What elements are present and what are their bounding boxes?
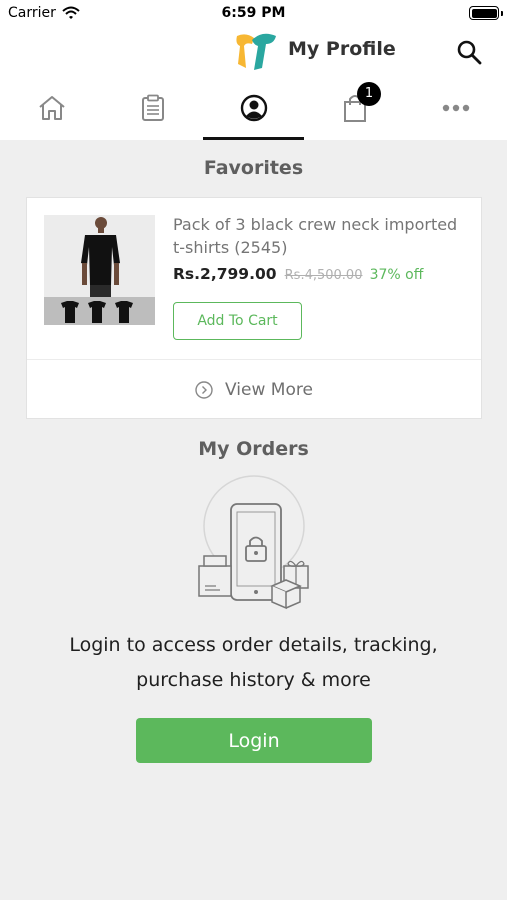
login-button[interactable]: Login <box>136 718 372 763</box>
favorite-product-card: Pack of 3 black crew neck imported t-shi… <box>26 197 482 419</box>
tab-orders[interactable] <box>102 76 203 140</box>
login-message-line1: Login to access order details, tracking, <box>69 634 438 656</box>
product-name[interactable]: Pack of 3 black crew neck imported t-shi… <box>173 213 473 259</box>
tab-cart[interactable]: 1 <box>304 76 405 140</box>
tab-more[interactable] <box>405 76 506 140</box>
discount-label: 37% off <box>369 267 424 283</box>
original-price: Rs.4,500.00 <box>284 268 363 283</box>
locked-phone-illustration <box>198 475 309 610</box>
favorites-heading: Favorites <box>203 157 304 179</box>
view-more-label: View More <box>225 379 313 400</box>
status-bar: Carrier 6:59 PM <box>0 0 507 28</box>
product-image[interactable] <box>44 215 155 325</box>
view-more-button[interactable]: View More <box>27 360 481 419</box>
clipboard-icon <box>141 94 164 121</box>
add-to-cart-button[interactable]: Add To Cart <box>173 302 302 340</box>
app-header: My Profile <box>0 28 507 76</box>
brand-logo <box>236 33 276 70</box>
status-time: 6:59 PM <box>221 5 286 21</box>
page-title: My Profile <box>288 38 396 60</box>
tab-profile[interactable] <box>203 76 304 140</box>
user-circle-icon <box>240 94 267 122</box>
product-price: Rs.2,799.00 <box>173 265 277 283</box>
more-dots-icon <box>442 104 469 112</box>
chevron-right-circle-icon <box>195 380 213 399</box>
login-message-line2: purchase history & more <box>136 669 371 691</box>
cart-badge: 1 <box>357 82 381 106</box>
search-icon[interactable] <box>455 38 483 66</box>
battery-icon <box>469 6 499 20</box>
orders-heading: My Orders <box>198 438 309 460</box>
tab-home[interactable] <box>1 76 102 140</box>
home-icon <box>38 96 65 120</box>
tab-bar: 1 <box>0 76 507 140</box>
price-row: Rs.2,799.00 Rs.4,500.00 37% off <box>173 264 423 283</box>
login-message: Login to access order details, tracking,… <box>0 628 507 698</box>
